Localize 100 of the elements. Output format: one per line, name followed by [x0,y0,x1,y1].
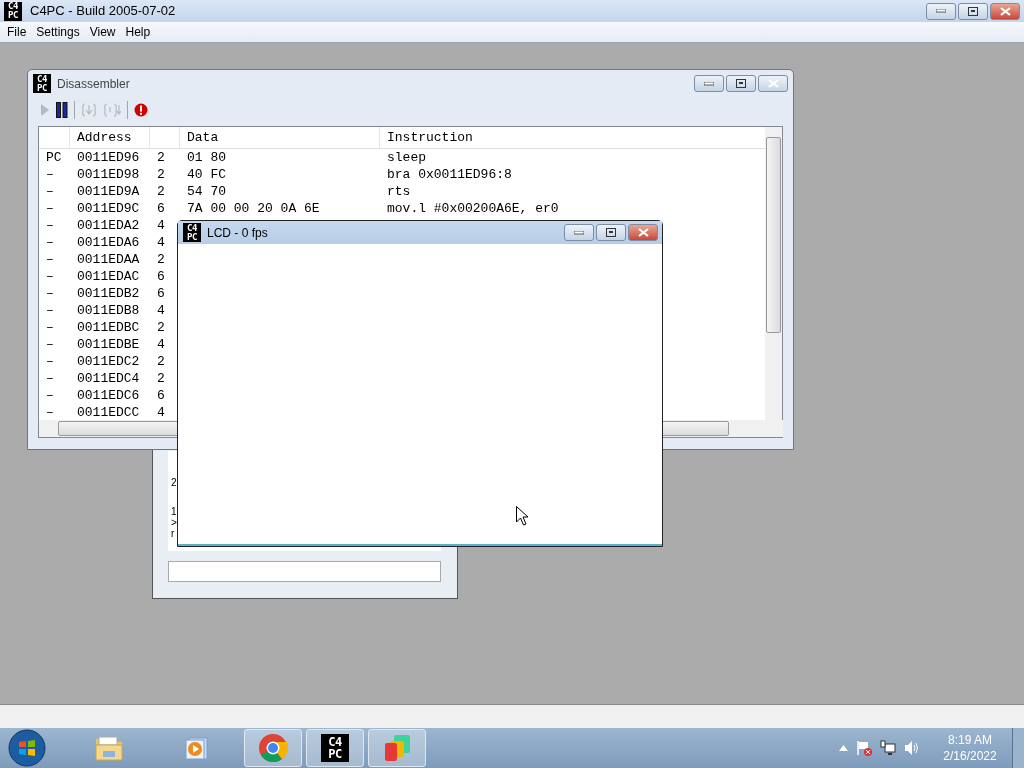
minimize-icon [936,9,946,13]
table-cell: – [46,268,54,284]
table-cell: 0011EDB2 [77,285,140,301]
restore-icon [736,79,746,88]
mouse-cursor-icon [516,506,529,526]
table-cell: 6 [157,285,165,301]
column-header[interactable]: Data [187,127,219,148]
menu-item[interactable]: View [84,23,121,41]
table-cell: 0011ED98 [77,166,140,182]
app-logo: C4 PC [4,1,22,21]
speaker-icon[interactable] [904,740,920,756]
console-line: r [171,528,176,539]
table-cell: – [46,200,54,216]
media-player-icon [184,735,210,761]
window-title: Disassembler [57,75,130,93]
show-desktop-button[interactable] [1012,728,1024,768]
table-cell: – [46,404,54,420]
restore-icon [606,228,616,237]
taskbar-button[interactable] [368,729,426,767]
table-cell: – [46,387,54,403]
table-cell: bra 0x0011ED96:8 [387,166,512,182]
table-cell: 4 [157,336,165,352]
table-cell: 40 FC [187,166,226,182]
app-logo: C4 PC [33,74,51,93]
start-button[interactable] [8,729,46,767]
column-header[interactable]: Instruction [387,127,473,148]
menu-item[interactable]: File [2,23,32,41]
table-cell: 6 [157,387,165,403]
table-cell: 0011EDC4 [77,370,140,386]
table-cell: 0011ED9A [77,183,140,199]
table-cell: 4 [157,234,165,250]
table-cell: 0011ED9C [77,200,140,216]
app-logo: C4 PC [321,734,349,762]
flag-icon[interactable] [856,740,872,756]
table-cell: 01 80 [187,149,226,165]
table-cell: 0011ED96 [77,149,140,165]
minimize-icon [574,230,584,235]
network-icon[interactable] [880,740,896,756]
restore-button[interactable] [958,2,988,20]
folder-icon [94,734,124,762]
table-cell: PC [46,149,62,165]
restore-button[interactable] [596,224,626,241]
taskbar-button[interactable]: C4 PC [306,729,364,767]
table-cell: 0011EDAA [77,251,140,267]
table-cell: 2 [157,353,165,369]
console-line: > [171,517,178,528]
close-icon [637,228,649,237]
console-input[interactable] [168,561,441,582]
table-cell: 0011EDAC [77,268,140,284]
close-button[interactable] [990,2,1020,20]
app-logo: C4 PC [183,223,201,242]
table-cell: 2 [157,251,165,267]
close-icon [999,6,1011,16]
table-cell: – [46,166,54,182]
menu-item[interactable]: Settings [31,23,85,41]
minimize-icon [704,81,714,86]
error-icon[interactable] [134,103,148,117]
table-cell: 2 [157,370,165,386]
table-cell: 7A 00 00 20 0A 6E [187,200,320,216]
table-cell: – [46,217,54,233]
console-line: 2 [171,477,178,488]
table-cell: 0011EDB8 [77,302,140,318]
table-cell: – [46,370,54,386]
table-cell: 0011EDCC [77,404,140,420]
table-cell: 54 70 [187,183,226,199]
table-cell: – [46,302,54,318]
show-hidden-icons[interactable] [839,745,848,751]
browser-icon [258,733,288,763]
table-cell: 6 [157,268,165,284]
table-cell: 4 [157,404,165,420]
close-icon [767,79,779,88]
console-line: 1 [171,506,178,517]
table-cell: 0011EDA6 [77,234,140,250]
scrollbar-thumb[interactable] [766,137,781,333]
table-cell: 2 [157,149,165,165]
table-cell: 2 [157,166,165,182]
tiles-icon [382,733,412,763]
table-cell: – [46,251,54,267]
table-cell: – [46,234,54,250]
window-title: LCD - 0 fps [207,224,268,242]
table-cell: – [46,285,54,301]
pause-icon[interactable] [56,102,68,118]
menu-item[interactable]: Help [120,23,156,41]
taskbar-button[interactable] [244,729,302,767]
table-cell: – [46,319,54,335]
table-cell: 4 [157,217,165,233]
close-button[interactable] [628,224,658,241]
table-cell: 2 [157,319,165,335]
table-cell: 6 [157,200,165,216]
vertical-scrollbar[interactable] [765,127,782,420]
table-cell: 2 [157,183,165,199]
table-cell: – [46,183,54,199]
table-cell: 0011EDC2 [77,353,140,369]
restore-button[interactable] [726,75,756,92]
column-header[interactable]: Address [77,127,132,148]
table-cell: – [46,353,54,369]
table-cell: 0011EDBE [77,336,140,352]
table-cell: 0011EDC6 [77,387,140,403]
table-cell: rts [387,183,411,199]
restore-icon [968,6,978,16]
